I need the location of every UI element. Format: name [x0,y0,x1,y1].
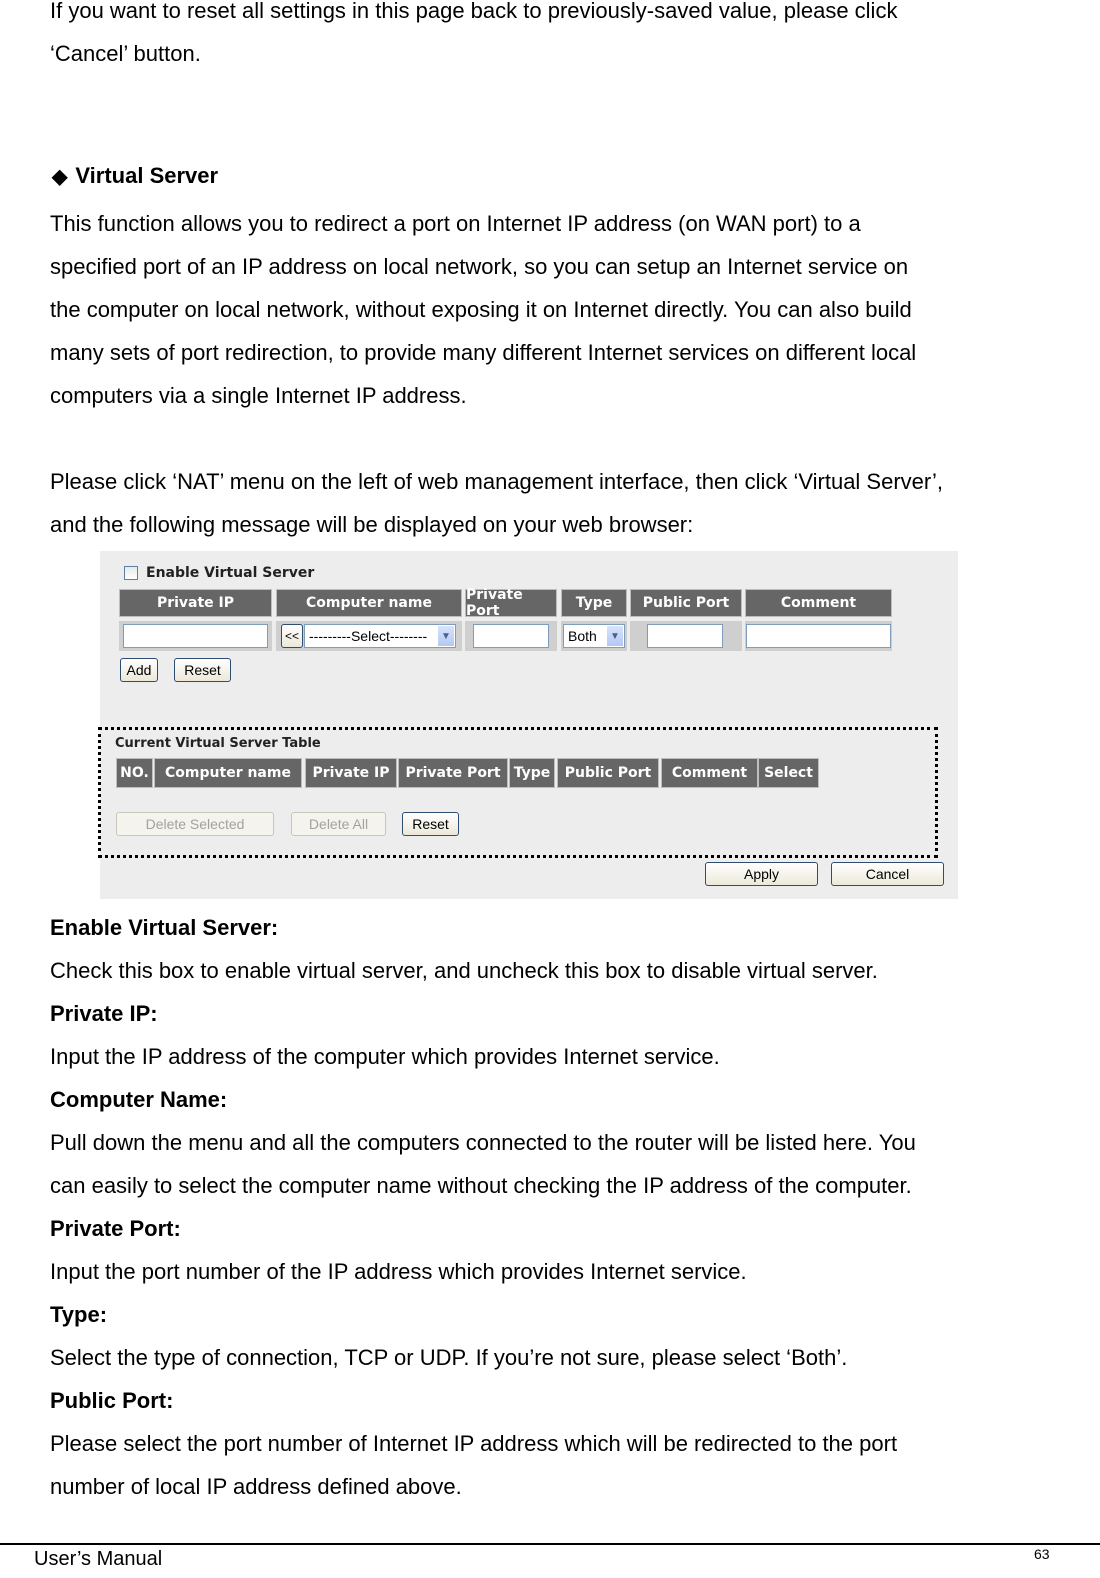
header-computer-name: Computer name [276,589,462,617]
text-line: many sets of port redirection, to provid… [50,340,917,365]
diamond-bullet-icon: ◆ [52,166,68,188]
table-header-public-port: Public Port [557,758,659,788]
header-private-ip: Private IP [119,589,272,617]
enable-virtual-server-checkbox[interactable] [124,566,138,580]
computer-name-copy-button[interactable]: << [281,624,303,648]
field-description: can easily to select the computer name w… [50,1173,912,1198]
text-line: If you want to reset all settings in thi… [50,0,898,23]
cancel-button[interactable]: Cancel [831,862,944,886]
type-select[interactable]: Both ▼ [563,624,625,648]
table-header-type: Type [509,758,555,788]
public-port-input[interactable] [647,624,723,648]
instruction-paragraph: Please click ‘NAT’ menu on the left of w… [50,460,943,546]
computer-name-cell: << ---------Select-------- ▼ [276,621,462,651]
header-public-port: Public Port [630,589,742,617]
chevron-down-icon: ▼ [438,626,454,646]
field-term: Private IP: [50,1001,158,1026]
chevron-down-icon: ▼ [607,626,623,646]
page-number: 63 [1034,1546,1050,1562]
description-paragraph: This function allows you to redirect a p… [50,202,916,417]
text-line: and the following message will be displa… [50,512,694,537]
public-port-cell [630,621,742,651]
delete-all-button[interactable]: Delete All [291,812,386,836]
section-title: Virtual Server [75,163,219,188]
table-header-select: Select [758,758,819,788]
reset-button[interactable]: Reset [174,658,231,682]
intro-paragraph: If you want to reset all settings in thi… [50,0,897,75]
comment-input[interactable] [746,624,891,648]
field-term: Computer Name: [50,1087,228,1112]
computer-name-select-value: ---------Select-------- [309,628,428,644]
field-description: Please select the port number of Interne… [50,1431,898,1456]
text-line: This function allows you to redirect a p… [50,211,861,236]
footer-divider [0,1543,1100,1545]
field-term: Public Port: [50,1388,174,1413]
text-line: computers via a single Internet IP addre… [50,383,467,408]
field-description: number of local IP address defined above… [50,1474,462,1499]
field-description: Check this box to enable virtual server,… [50,958,878,983]
enable-virtual-server-row: Enable Virtual Server [124,565,314,581]
type-select-value: Both [568,628,597,644]
virtual-server-screenshot: Enable Virtual Server Private IP Compute… [98,551,958,899]
enable-virtual-server-label: Enable Virtual Server [146,565,315,581]
table-header-private-port: Private Port [398,758,508,788]
text-line: ‘Cancel’ button. [50,41,201,66]
table-reset-button[interactable]: Reset [402,812,459,836]
text-line: the computer on local network, without e… [50,297,912,322]
private-port-input[interactable] [473,624,549,648]
table-header-computer-name: Computer name [154,758,302,788]
type-cell: Both ▼ [561,621,627,651]
private-ip-input[interactable] [123,624,268,648]
field-definitions: Enable Virtual Server: Check this box to… [50,906,916,1508]
delete-selected-button[interactable]: Delete Selected [116,812,274,836]
header-comment: Comment [745,589,892,617]
field-description: Input the port number of the IP address … [50,1259,747,1284]
apply-button[interactable]: Apply [705,862,818,886]
footer-title: User’s Manual [34,1548,163,1570]
header-type: Type [561,589,627,617]
computer-name-select[interactable]: ---------Select-------- ▼ [304,624,456,648]
private-ip-cell [119,621,272,651]
table-header-no: NO. [116,758,153,788]
add-button[interactable]: Add [120,658,158,682]
field-description: Input the IP address of the computer whi… [50,1044,720,1069]
comment-cell [745,621,892,651]
table-header-comment: Comment [661,758,758,788]
section-heading: ◆ Virtual Server [52,163,218,189]
field-term: Private Port: [50,1216,181,1241]
text-line: specified port of an IP address on local… [50,254,909,279]
field-description: Pull down the menu and all the computers… [50,1130,916,1155]
current-table-title: Current Virtual Server Table [115,736,321,751]
private-port-cell [465,621,557,651]
header-private-port: Private Port [465,587,557,619]
field-term: Enable Virtual Server: [50,915,279,940]
text-line: Please click ‘NAT’ menu on the left of w… [50,469,944,494]
field-description: Select the type of connection, TCP or UD… [50,1345,848,1370]
table-header-private-ip: Private IP [305,758,397,788]
field-term: Type: [50,1302,108,1327]
